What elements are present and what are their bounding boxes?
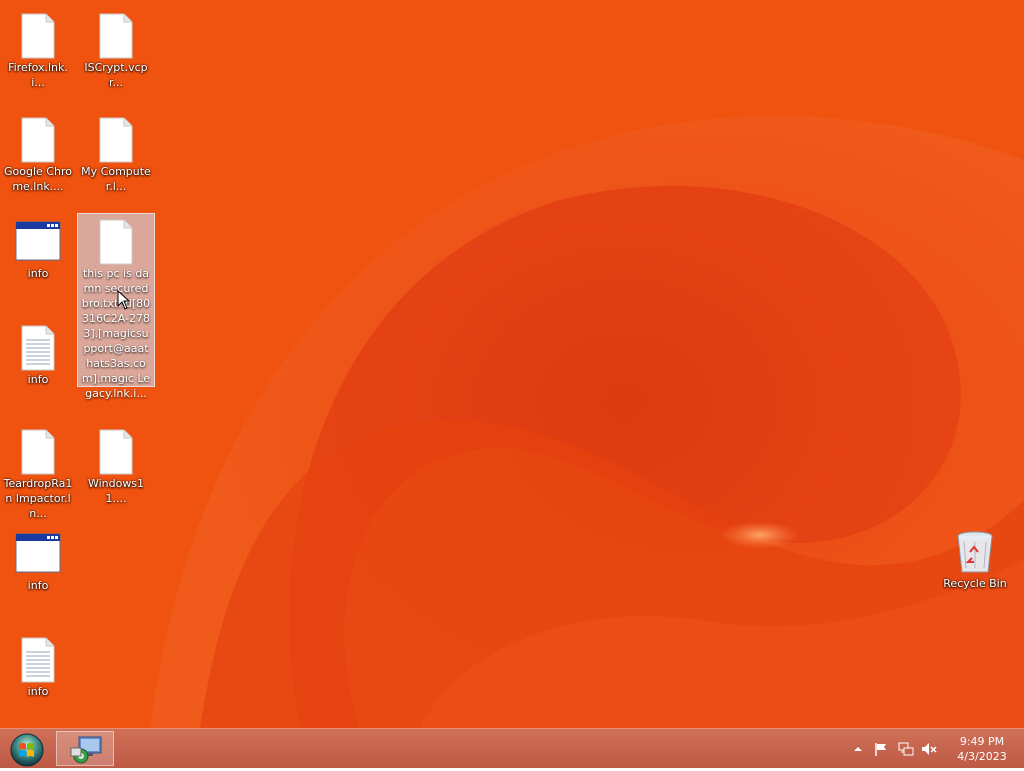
desktop-icon-windows11-file[interactable]: Windows11.... <box>78 424 154 506</box>
desktop-icon-info-text[interactable]: info <box>0 320 76 387</box>
blank-file-icon <box>92 116 140 164</box>
desktop-icon-label: info <box>27 685 49 698</box>
desktop-icon-google-chrome-shortcut[interactable]: Google Chrome.lnk.... <box>0 112 76 194</box>
taskbar: 9:49 PM 4/3/2023 <box>0 728 1024 768</box>
desktop-icon-label: this pc is damn secured bro.txt.id[80316… <box>81 267 151 400</box>
blank-file-icon <box>14 116 62 164</box>
desktop-icon-label: Windows11.... <box>87 477 145 505</box>
blank-file-icon <box>92 12 140 60</box>
blank-file-icon <box>14 12 62 60</box>
action-center-flag-icon[interactable] <box>873 741 889 757</box>
desktop-icon-recycle-bin[interactable]: Recycle Bin <box>937 524 1013 591</box>
taskbar-pinned-app-button[interactable] <box>56 731 114 766</box>
desktop-icon-label: info <box>27 373 49 386</box>
taskbar-clock[interactable]: 9:49 PM 4/3/2023 <box>948 734 1016 764</box>
desktop-icon-info-text-2[interactable]: info <box>0 632 76 699</box>
desktop-icon-firefox-shortcut[interactable]: Firefox.lnk.i... <box>0 8 76 90</box>
desktop-icon-teardropra1n-shortcut[interactable]: TeardropRa1n Impactor.ln... <box>0 424 76 521</box>
desktop-icon-info-window-2[interactable]: info <box>0 526 76 593</box>
desktop-icon-label: info <box>27 267 49 280</box>
desktop-icon-label: ISCrypt.vcpr... <box>84 61 148 89</box>
application-window-icon <box>14 530 62 578</box>
windows-orb-icon <box>10 733 44 767</box>
desktop-icon-label: My Computer.l... <box>81 165 151 193</box>
clock-date: 4/3/2023 <box>957 750 1007 763</box>
desktop-icon-label: Recycle Bin <box>943 577 1007 590</box>
application-window-icon <box>14 218 62 266</box>
recycle-bin-icon <box>951 528 999 576</box>
text-document-icon <box>14 324 62 372</box>
desktop-icon-label: Firefox.lnk.i... <box>8 61 68 89</box>
desktop-icon-encrypted-file-selected[interactable]: this pc is damn secured bro.txt.id[80316… <box>77 213 155 400</box>
network-icon[interactable] <box>898 741 914 757</box>
blank-file-icon <box>92 428 140 476</box>
desktop-icon-label: info <box>27 579 49 592</box>
desktop-icon-label: TeardropRa1n Impactor.ln... <box>3 477 73 520</box>
control-panel-icon <box>70 736 102 764</box>
clock-time: 9:49 PM <box>959 735 1005 748</box>
start-button[interactable] <box>6 731 46 767</box>
blank-file-icon <box>92 218 140 266</box>
text-document-icon <box>14 636 62 684</box>
volume-muted-icon[interactable] <box>921 741 937 757</box>
desktop-icon-info-window[interactable]: info <box>0 214 76 281</box>
desktop[interactable]: Firefox.lnk.i... Google Chrome.lnk.... i… <box>0 0 1024 728</box>
show-hidden-icons-arrow-icon[interactable] <box>850 741 866 757</box>
desktop-icon-iscrypt-vcproj[interactable]: ISCrypt.vcpr... <box>78 8 154 90</box>
blank-file-icon <box>14 428 62 476</box>
desktop-icon-my-computer-shortcut[interactable]: My Computer.l... <box>78 112 154 194</box>
desktop-icon-label: Google Chrome.lnk.... <box>4 165 72 193</box>
